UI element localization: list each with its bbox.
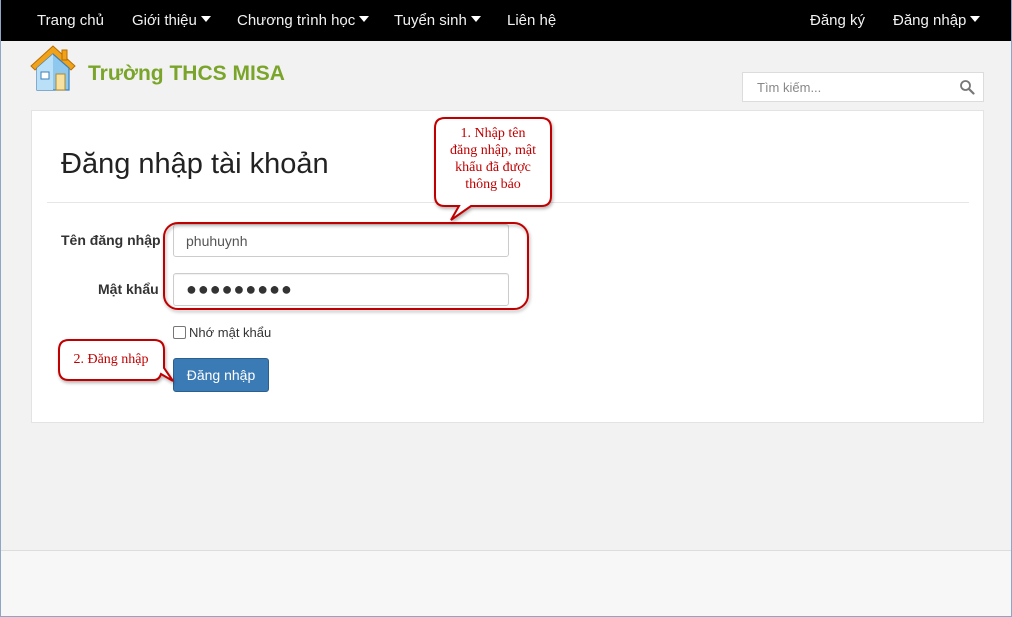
nav-curriculum-label: Chương trình học	[237, 12, 356, 29]
callout-1-line: khẩu đã được	[455, 160, 531, 175]
login-button[interactable]: Đăng nhập	[173, 358, 269, 392]
top-navbar: Trang chủ Giới thiệu Chương trình học Tu…	[1, 0, 1011, 41]
callout-1-line: 1. Nhập tên	[460, 126, 526, 141]
nav-admissions[interactable]: Tuyển sinh	[394, 0, 481, 41]
remember-me[interactable]: Nhớ mật khẩu	[173, 325, 271, 340]
callout-2-text: 2. Đăng nhập	[73, 352, 149, 367]
username-label: Tên đăng nhập	[61, 232, 161, 248]
callout-1-line: thông báo	[465, 177, 521, 192]
search-input[interactable]	[743, 73, 953, 101]
nav-home-label: Trang chủ	[37, 12, 104, 29]
caret-down-icon	[470, 16, 481, 23]
search-box	[742, 72, 984, 102]
nav-curriculum[interactable]: Chương trình học	[237, 0, 370, 41]
nav-register-label: Đăng ký	[810, 12, 866, 29]
nav-admissions-label: Tuyển sinh	[394, 12, 467, 29]
house-icon[interactable]	[29, 44, 77, 94]
site-title[interactable]: Trường THCS MISA	[88, 62, 285, 86]
footer	[1, 550, 1011, 616]
password-label: Mật khẩu	[98, 281, 159, 297]
password-input[interactable]: ●●●●●●●●●	[173, 273, 509, 306]
remember-label: Nhớ mật khẩu	[189, 325, 272, 340]
nav-contact[interactable]: Liên hệ	[507, 0, 556, 41]
divider	[47, 202, 969, 203]
caret-down-icon	[200, 16, 211, 23]
caret-down-icon	[970, 16, 981, 23]
nav-contact-label: Liên hệ	[507, 12, 557, 29]
remember-checkbox[interactable]	[173, 326, 186, 339]
nav-about-label: Giới thiệu	[132, 12, 197, 29]
nav-about[interactable]: Giới thiệu	[132, 0, 211, 41]
search-icon[interactable]	[959, 79, 975, 95]
username-input[interactable]	[173, 224, 509, 257]
callout-1-line: đăng nhập, mật	[450, 143, 536, 158]
page-title: Đăng nhập tài khoản	[61, 148, 329, 180]
nav-login[interactable]: Đăng nhập	[893, 0, 981, 41]
callout-1-text: 1. Nhập tên đăng nhập, mật khẩu đã được …	[437, 125, 549, 193]
nav-home[interactable]: Trang chủ	[37, 0, 104, 41]
caret-down-icon	[359, 16, 370, 23]
nav-register[interactable]: Đăng ký	[810, 0, 865, 41]
nav-login-label: Đăng nhập	[893, 12, 967, 29]
